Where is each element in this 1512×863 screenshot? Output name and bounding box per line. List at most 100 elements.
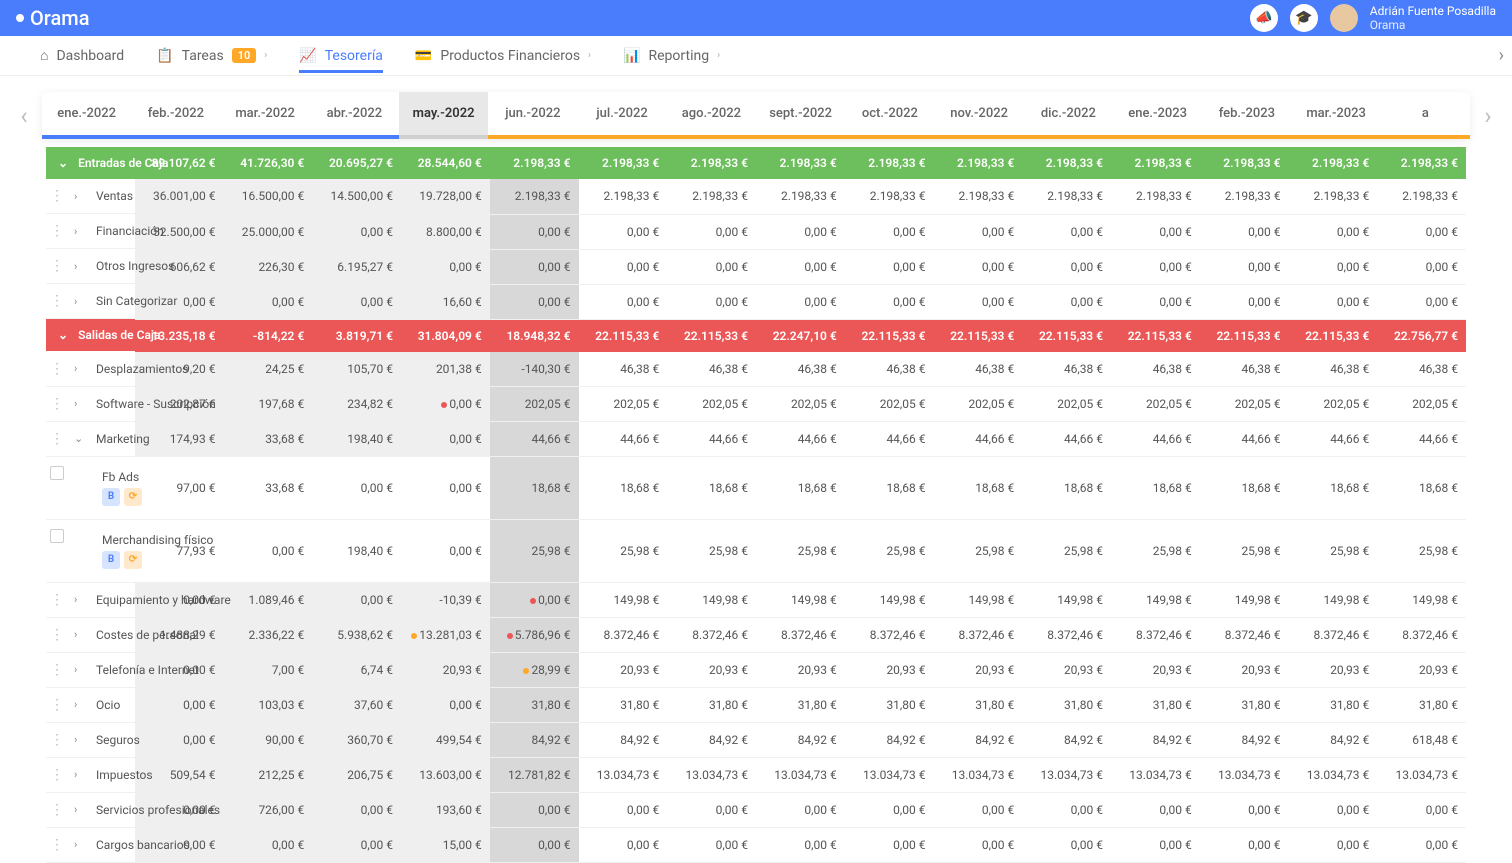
cell-value[interactable]: 0,00 € (845, 793, 934, 828)
cell-value[interactable]: 0,00 € (1289, 284, 1378, 319)
cell-value[interactable]: 0,00 € (667, 793, 756, 828)
drag-handle-icon[interactable]: ⋮ (50, 188, 64, 204)
cell-value[interactable]: 84,92 € (579, 723, 668, 758)
section-header[interactable]: ⌄Entradas de Caja89.107,62 €41.726,30 €2… (46, 147, 1466, 179)
month-cell[interactable]: jul.-2022 (578, 92, 667, 135)
month-cell[interactable]: a (1381, 92, 1470, 135)
cell-value[interactable]: 84,92 € (1200, 723, 1289, 758)
cell-value[interactable]: 0,00 € (1289, 828, 1378, 863)
expand-icon[interactable]: › (74, 663, 86, 676)
expand-icon[interactable]: › (74, 628, 86, 641)
cell-value[interactable]: 13.281,03 € (401, 618, 490, 653)
cell-value[interactable]: 149,98 € (1200, 583, 1289, 618)
cell-value[interactable]: 0,00 € (401, 249, 490, 284)
cell-value[interactable]: 149,98 € (1111, 583, 1200, 618)
cell-value[interactable]: 13.034,73 € (667, 758, 756, 793)
timeline-prev[interactable]: ‹ (6, 102, 42, 130)
cell-value[interactable]: 20,93 € (1200, 653, 1289, 688)
cell-value[interactable]: 0,00 € (1111, 284, 1200, 319)
month-cell[interactable]: oct.-2022 (845, 92, 934, 135)
cell-value[interactable]: 18,68 € (1377, 457, 1466, 520)
cell-value[interactable]: 0,00 € (756, 249, 845, 284)
cell-value[interactable]: 0,00 € (312, 583, 401, 618)
cell-value[interactable]: 84,92 € (1022, 723, 1111, 758)
cell-value[interactable]: 202,05 € (845, 387, 934, 422)
cell-value[interactable]: 0,00 € (312, 457, 401, 520)
cell-value[interactable]: 20,93 € (1022, 653, 1111, 688)
cell-value[interactable]: 0,00 € (1111, 828, 1200, 863)
cell-value[interactable]: 25,98 € (1377, 520, 1466, 583)
cell-value[interactable]: 0,00 € (135, 723, 224, 758)
cell-value[interactable]: 360,70 € (312, 723, 401, 758)
drag-handle-icon[interactable]: ⋮ (50, 223, 64, 239)
month-cell[interactable]: mar.-2022 (221, 92, 310, 135)
cell-value[interactable]: 18,68 € (1200, 457, 1289, 520)
cell-value[interactable]: 234,82 € (312, 387, 401, 422)
expand-icon[interactable]: › (74, 768, 86, 781)
cell-value[interactable]: 149,98 € (1022, 583, 1111, 618)
drag-handle-icon[interactable]: ⋮ (50, 697, 64, 713)
drag-handle-icon[interactable]: ⋮ (50, 431, 64, 447)
cell-value[interactable]: 8.372,46 € (667, 618, 756, 653)
cell-value[interactable]: 2.198,33 € (845, 179, 934, 214)
cell-value[interactable]: 2.198,33 € (579, 179, 668, 214)
month-cell[interactable]: ago.-2022 (667, 92, 756, 135)
cell-value[interactable]: 44,66 € (1200, 422, 1289, 457)
cell-value[interactable]: 201,38 € (401, 352, 490, 387)
cell-value[interactable]: 0,00 € (1289, 214, 1378, 249)
drag-handle-icon[interactable]: ⋮ (50, 396, 64, 412)
cell-value[interactable]: 0,00 € (1377, 249, 1466, 284)
cell-value[interactable]: 25,98 € (845, 520, 934, 583)
cell-value[interactable]: 0,00 € (490, 583, 579, 618)
cell-value[interactable]: 618,48 € (1377, 723, 1466, 758)
cell-value[interactable]: 0,00 € (756, 214, 845, 249)
cell-value[interactable]: 25,98 € (579, 520, 668, 583)
cell-value[interactable]: 726,00 € (224, 793, 313, 828)
cell-value[interactable]: 20,93 € (1377, 653, 1466, 688)
cell-value[interactable]: 2.198,33 € (1022, 179, 1111, 214)
cell-value[interactable]: 8.372,46 € (845, 618, 934, 653)
cell-value[interactable]: 20,93 € (845, 653, 934, 688)
cell-value[interactable]: 37,60 € (312, 688, 401, 723)
cell-value[interactable]: 1.089,46 € (224, 583, 313, 618)
cell-value[interactable]: 202,05 € (934, 387, 1023, 422)
cell-value[interactable]: 20,93 € (756, 653, 845, 688)
month-cell[interactable]: mar.-2023 (1292, 92, 1381, 135)
cell-value[interactable]: 206,75 € (312, 758, 401, 793)
cell-value[interactable]: 0,00 € (1111, 214, 1200, 249)
cell-value[interactable]: 103,03 € (224, 688, 313, 723)
cell-value[interactable]: 2.198,33 € (1377, 179, 1466, 214)
cell-value[interactable]: 84,92 € (1289, 723, 1378, 758)
cell-value[interactable]: 20,93 € (579, 653, 668, 688)
timeline-next[interactable]: › (1470, 102, 1506, 130)
cell-value[interactable]: 0,00 € (845, 214, 934, 249)
cell-value[interactable]: 0,00 € (1200, 284, 1289, 319)
cell-value[interactable]: 499,54 € (401, 723, 490, 758)
cell-value[interactable]: 24,25 € (224, 352, 313, 387)
cell-value[interactable]: 105,70 € (312, 352, 401, 387)
cell-value[interactable]: 0,00 € (401, 422, 490, 457)
cell-value[interactable]: 25,98 € (490, 520, 579, 583)
cell-value[interactable]: 31,80 € (1377, 688, 1466, 723)
drag-handle-icon[interactable]: ⋮ (50, 802, 64, 818)
cell-value[interactable]: 0,00 € (1289, 793, 1378, 828)
cell-value[interactable]: 46,38 € (579, 352, 668, 387)
cell-value[interactable]: 31,80 € (1289, 688, 1378, 723)
cell-value[interactable]: 25,98 € (1289, 520, 1378, 583)
cell-value[interactable]: 8.372,46 € (934, 618, 1023, 653)
cell-value[interactable]: 28,99 € (490, 653, 579, 688)
cell-value[interactable]: 0,00 € (224, 520, 313, 583)
cell-value[interactable]: 6.195,27 € (312, 249, 401, 284)
cell-value[interactable]: 0,00 € (1200, 249, 1289, 284)
cell-value[interactable]: 202,05 € (1377, 387, 1466, 422)
cell-value[interactable]: 31,80 € (1022, 688, 1111, 723)
cell-value[interactable]: 0,00 € (667, 214, 756, 249)
cell-value[interactable]: 0,00 € (1377, 214, 1466, 249)
graduation-icon[interactable]: 🎓 (1290, 4, 1318, 32)
cell-value[interactable]: 0,00 € (1289, 249, 1378, 284)
cell-value[interactable]: 0,00 € (1022, 249, 1111, 284)
cell-value[interactable]: 149,98 € (1377, 583, 1466, 618)
cell-value[interactable]: 8.800,00 € (401, 214, 490, 249)
cell-value[interactable]: 25,98 € (1022, 520, 1111, 583)
cell-value[interactable]: 31,80 € (490, 688, 579, 723)
